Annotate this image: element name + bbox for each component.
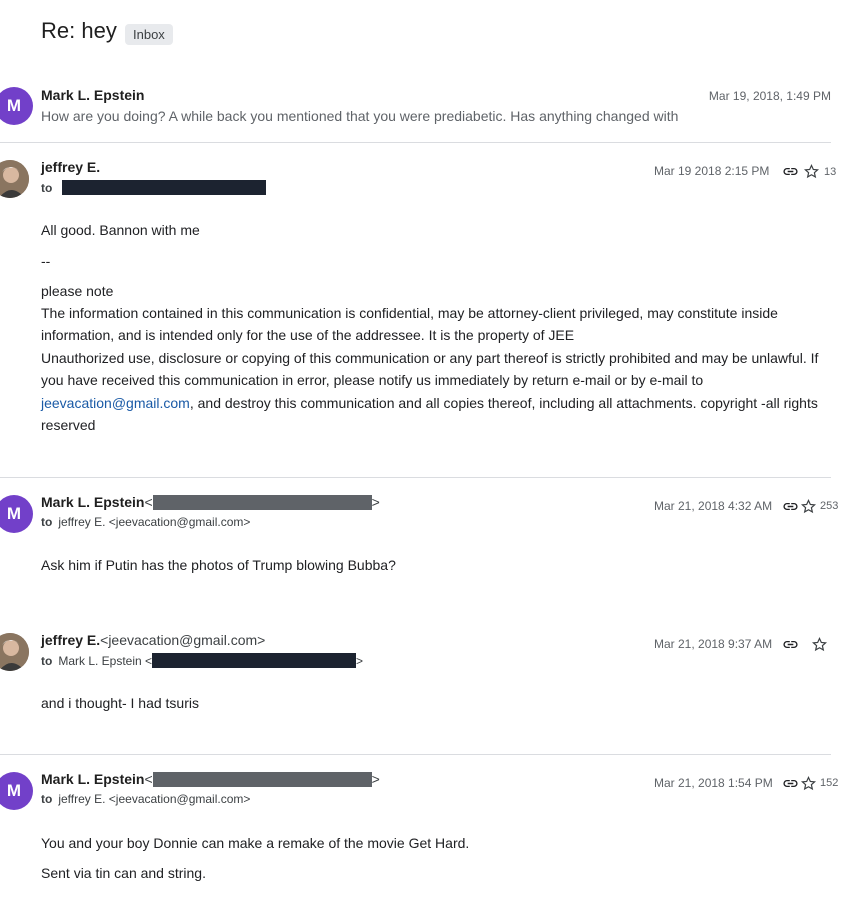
- sender-name: jeffrey E.: [41, 632, 101, 648]
- message-body: Ask him if Putin has the photos of Trump…: [41, 557, 396, 573]
- recipient: jeffrey E. <jeevacation@gmail.com>: [58, 515, 251, 529]
- avatar: M: [0, 87, 33, 125]
- message-signature: Sent via tin can and string.: [41, 865, 206, 881]
- divider: [0, 754, 831, 755]
- recipient-line: to jeffrey E. <jeevacation@gmail.com>: [41, 792, 250, 806]
- profile-photo: [0, 633, 29, 671]
- star-icon[interactable]: [803, 163, 820, 179]
- message-body: You and your boy Donnie can make a remak…: [41, 835, 470, 851]
- avatar: [0, 633, 29, 671]
- recipient-line: to: [41, 180, 266, 195]
- avatar: [0, 160, 29, 198]
- recipient-line: to Mark L. Epstein < >: [41, 653, 363, 668]
- avatar-letter: M: [6, 781, 22, 800]
- address-open: <: [144, 494, 153, 510]
- avatar: M: [0, 495, 33, 533]
- to-label: to: [41, 792, 53, 806]
- view-count: 152: [820, 777, 839, 789]
- link-icon[interactable]: [782, 498, 798, 514]
- profile-photo: [0, 160, 29, 198]
- avatar-letter: M: [6, 504, 22, 523]
- signature-legal: Unauthorized use, disclosure or copying …: [41, 347, 831, 436]
- message-date: Mar 21, 2018 1:54 PM: [654, 776, 773, 790]
- thread-subject: Re: hey: [41, 18, 117, 43]
- message-date: Mar 19 2018 2:15 PM: [654, 164, 770, 178]
- redacted-recipient: [61, 180, 266, 195]
- to-label: to: [41, 515, 53, 529]
- message-body: All good. Bannon with me: [41, 222, 200, 238]
- redacted-address: [152, 495, 372, 510]
- message-snippet: How are you doing? A while back you ment…: [41, 108, 679, 124]
- redacted-address: [152, 772, 372, 787]
- divider: [0, 142, 831, 143]
- address-close: >: [356, 654, 364, 668]
- sender-address: <jeevacation@gmail.com>: [100, 632, 266, 648]
- address-open: <: [144, 771, 153, 787]
- view-count: 13: [824, 166, 837, 178]
- message-date: Mar 19, 2018, 1:49 PM: [708, 89, 831, 103]
- legal-text: Unauthorized use, disclosure or copying …: [41, 350, 819, 389]
- view-count: 253: [820, 500, 839, 512]
- sender-line: Mark L. Epstein< >: [41, 494, 380, 510]
- star-icon[interactable]: [800, 498, 817, 514]
- sender-name: Mark L. Epstein: [41, 771, 145, 787]
- email-link[interactable]: jeevacation@gmail.com: [41, 395, 190, 411]
- to-label: to: [41, 654, 53, 668]
- star-icon[interactable]: [811, 636, 828, 652]
- recipient: Mark L. Epstein <: [58, 654, 153, 668]
- signature-note: please note: [41, 283, 114, 299]
- link-icon[interactable]: [782, 163, 798, 179]
- star-icon[interactable]: [800, 775, 817, 791]
- link-icon[interactable]: [782, 636, 798, 652]
- avatar: M: [0, 772, 33, 810]
- address-close: >: [371, 771, 380, 787]
- sender-line: Mark L. Epstein< >: [41, 771, 380, 787]
- sender-name: Mark L. Epstein: [41, 494, 145, 510]
- address-close: >: [371, 494, 380, 510]
- redacted-address: [152, 653, 357, 668]
- recipient-line: to jeffrey E. <jeevacation@gmail.com>: [41, 515, 250, 529]
- to-label: to: [41, 181, 53, 195]
- sender-line: jeffrey E.<jeevacation@gmail.com>: [41, 632, 265, 648]
- message-body: and i thought- I had tsuris: [41, 695, 199, 711]
- sender-name: Mark L. Epstein: [41, 87, 145, 103]
- recipient: jeffrey E. <jeevacation@gmail.com>: [58, 792, 251, 806]
- sender-name: jeffrey E.: [41, 159, 101, 175]
- signature-disclaimer: The information contained in this commun…: [41, 305, 778, 344]
- divider: [0, 477, 831, 478]
- inbox-label-chip[interactable]: Inbox: [125, 24, 173, 45]
- signature-separator: --: [41, 253, 51, 269]
- message-date: Mar 21, 2018 4:32 AM: [654, 499, 773, 513]
- avatar-letter: M: [6, 96, 22, 115]
- message-date: Mar 21, 2018 9:37 AM: [654, 637, 773, 651]
- link-icon[interactable]: [782, 775, 798, 791]
